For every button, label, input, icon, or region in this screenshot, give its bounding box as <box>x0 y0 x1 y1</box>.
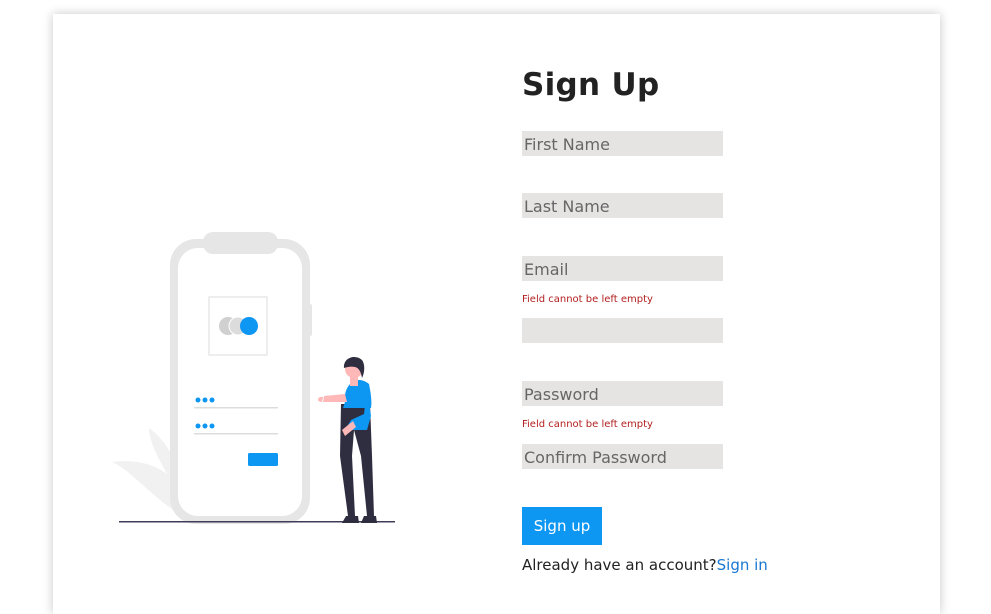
page-title: Sign Up <box>522 67 660 103</box>
signup-button[interactable]: Sign up <box>522 507 602 545</box>
last-name-input[interactable] <box>522 193 723 218</box>
signin-prompt-row: Already have an account?Sign in <box>522 556 768 574</box>
first-name-input[interactable] <box>522 131 723 156</box>
signup-illustration <box>112 232 395 524</box>
email-error-message: Field cannot be left empty <box>522 294 653 305</box>
signup-form: Sign Up Field cannot be left empty Field… <box>522 14 922 614</box>
email-input[interactable] <box>522 256 723 281</box>
unlabeled-input[interactable] <box>522 318 723 343</box>
signin-prompt-text: Already have an account? <box>522 556 717 574</box>
phone-icon <box>170 232 312 524</box>
person-icon <box>317 356 377 523</box>
signup-card: Sign Up Field cannot be left empty Field… <box>53 14 940 614</box>
card-logo-icon <box>219 316 258 336</box>
password-input[interactable] <box>522 381 723 406</box>
password-error-message: Field cannot be left empty <box>522 419 653 430</box>
confirm-password-input[interactable] <box>522 444 723 469</box>
signin-link[interactable]: Sign in <box>717 556 768 574</box>
